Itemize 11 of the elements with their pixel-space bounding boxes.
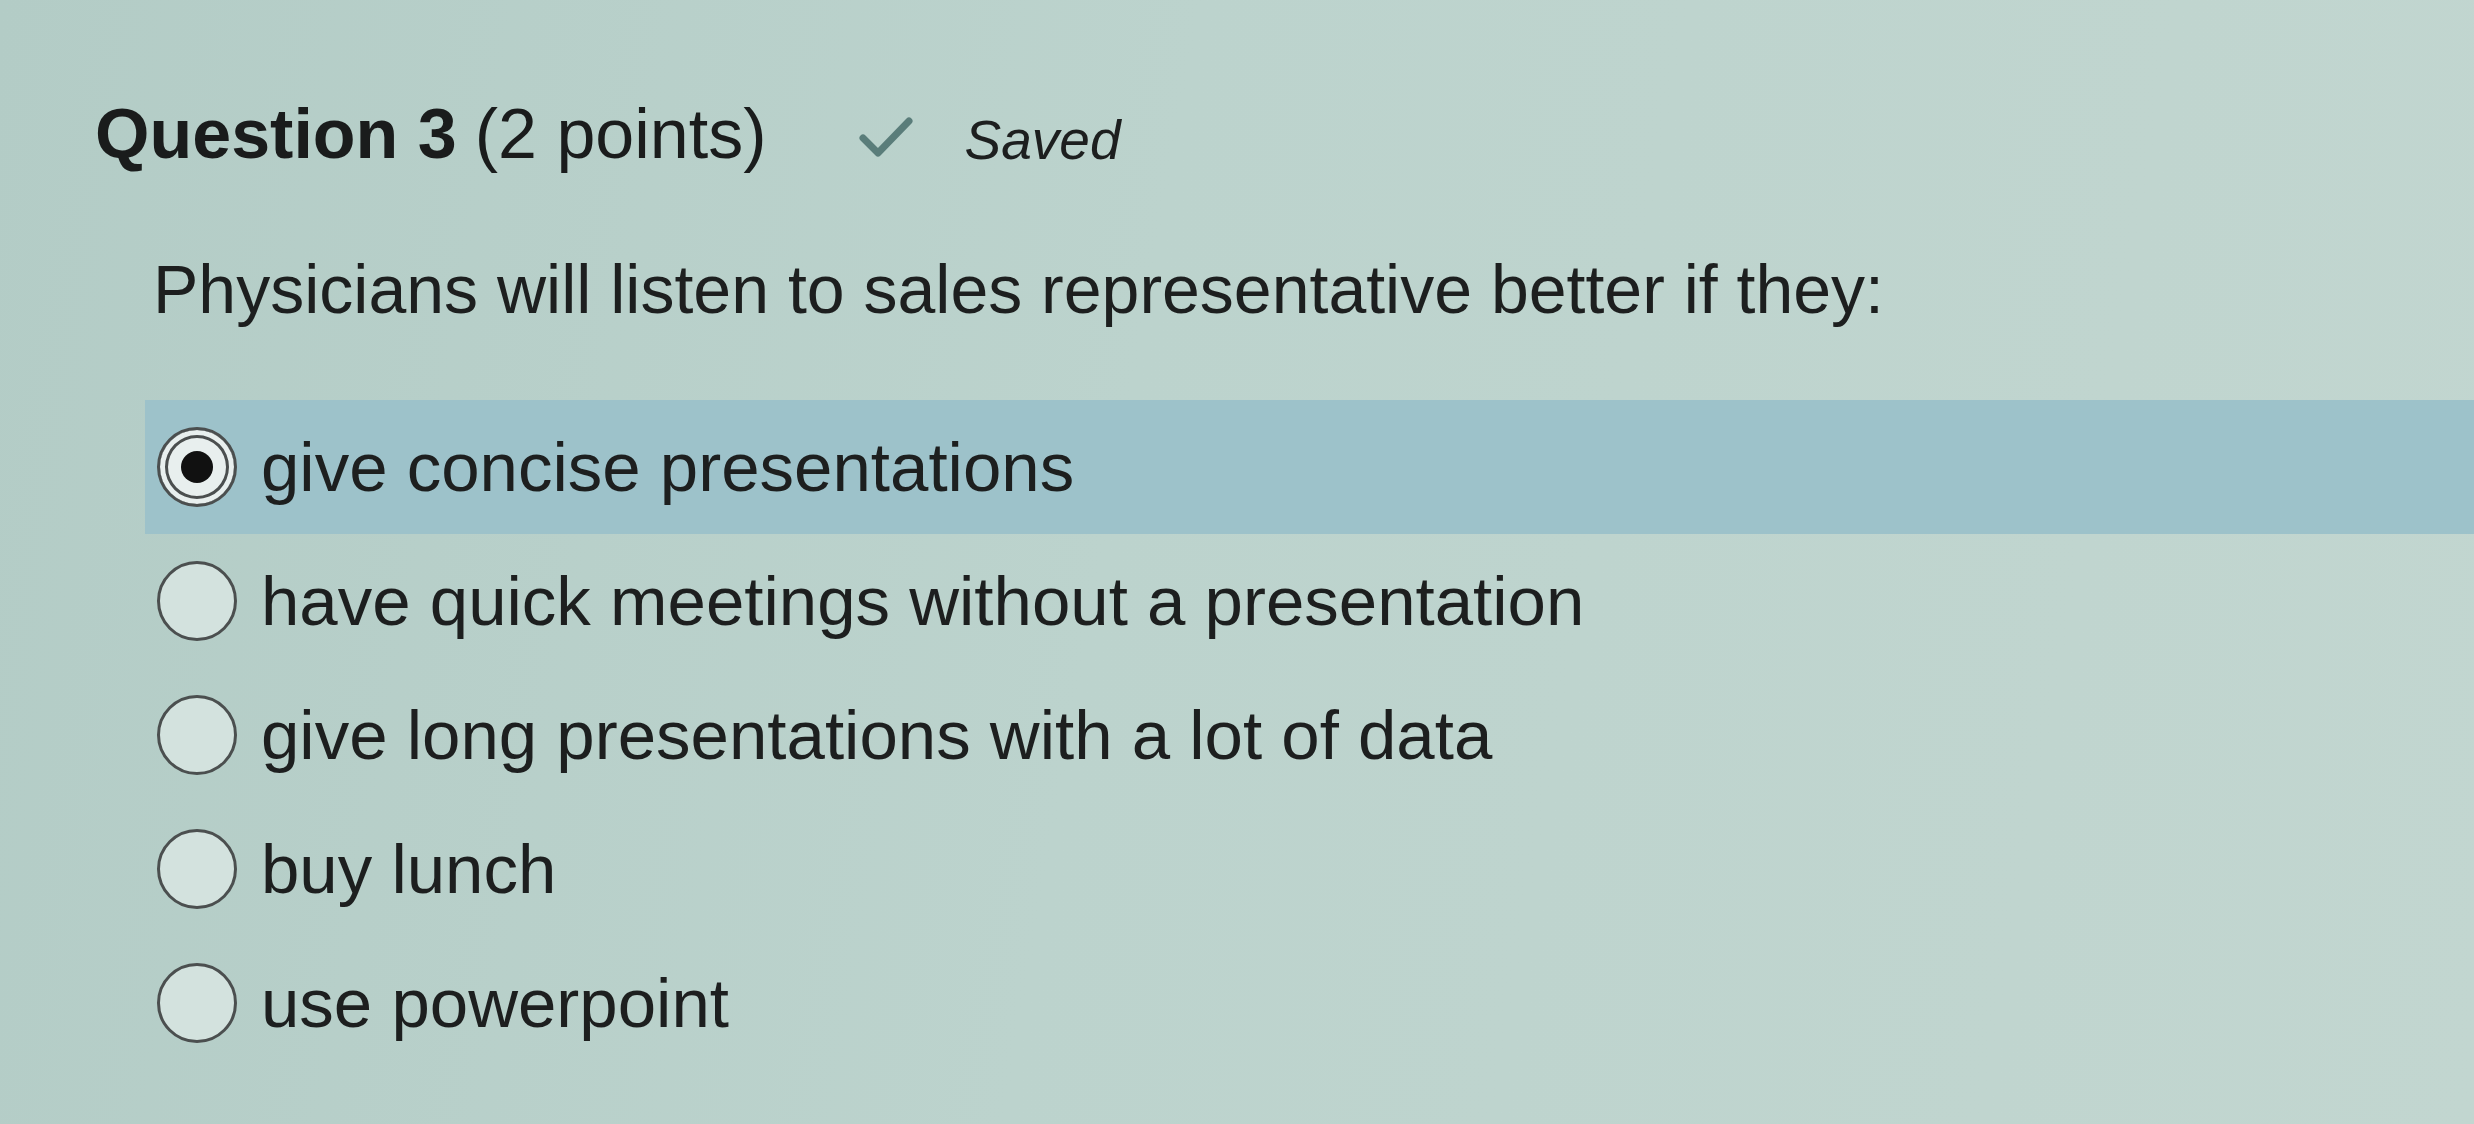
selected-option-highlight[interactable]: give concise presentations	[145, 400, 2474, 534]
option-label[interactable]: buy lunch	[261, 829, 557, 909]
option-label[interactable]: give concise presentations	[261, 427, 1075, 507]
question-prompt: Physicians will listen to sales representative better if they:	[153, 250, 1885, 328]
points-label: (2 points)	[474, 94, 767, 174]
question-title: Question 3	[95, 94, 457, 174]
option-label[interactable]: give long presentations with a lot of data	[261, 695, 1493, 775]
check-icon	[858, 117, 913, 159]
saved-status-label: Saved	[964, 108, 1121, 172]
option-label[interactable]: have quick meetings without a presentation	[261, 561, 1585, 641]
option-label[interactable]: use powerpoint	[261, 963, 729, 1043]
